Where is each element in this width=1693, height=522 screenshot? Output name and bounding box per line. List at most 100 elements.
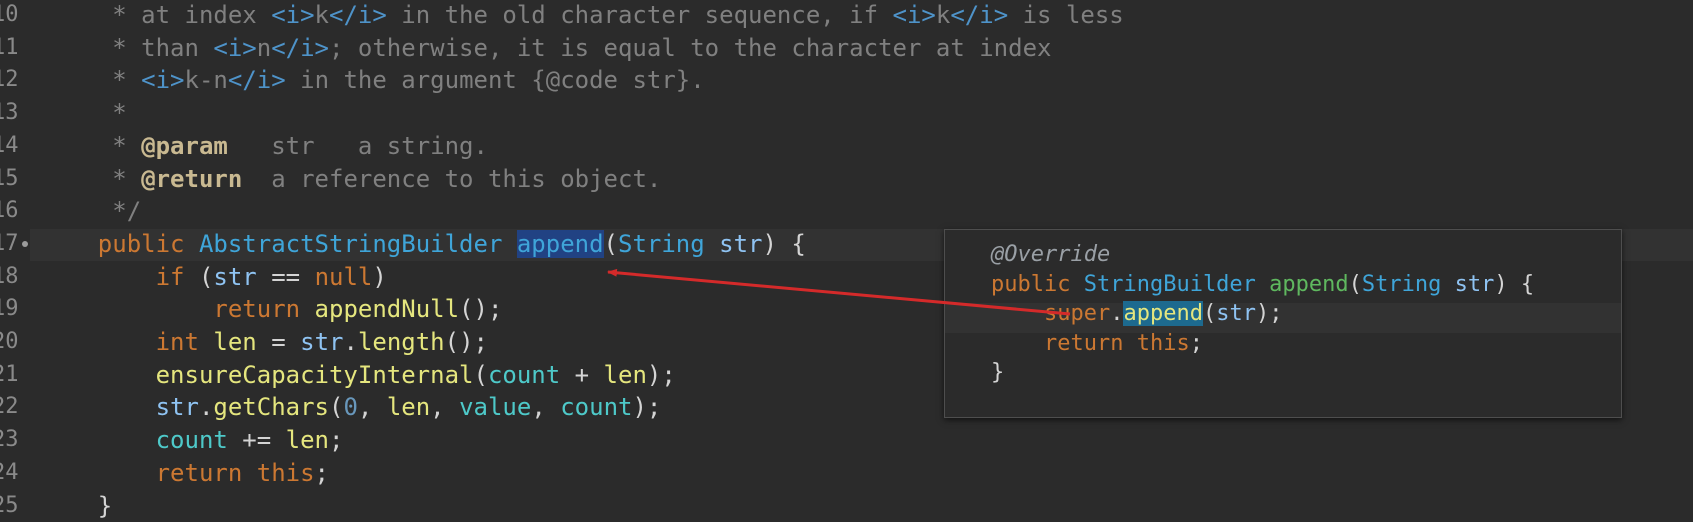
line-number[interactable]: 23 bbox=[0, 424, 22, 456]
code-token: (); bbox=[459, 295, 503, 324]
line-number[interactable]: 11 bbox=[0, 32, 22, 64]
code-token: </i> bbox=[329, 1, 387, 29]
code-token: = bbox=[256, 328, 301, 356]
code-token: StringBuilder bbox=[1083, 271, 1256, 297]
code-token: ; otherwise, it is equal to the characte… bbox=[329, 33, 1052, 62]
line-number-gutter: 10111213141516171819202122232425 bbox=[0, 0, 30, 521]
code-line: return this; bbox=[40, 457, 329, 489]
code-token: getChars bbox=[213, 393, 329, 422]
code-line: * than <i>n</i>; otherwise, it is equal … bbox=[40, 32, 1051, 64]
code-token: ( bbox=[1202, 301, 1217, 326]
code-token: ( bbox=[473, 360, 488, 389]
code-token: count bbox=[560, 393, 633, 422]
line-number[interactable]: 10 bbox=[0, 0, 22, 31]
code-line: return appendNull(); bbox=[40, 293, 502, 325]
code-token: , bbox=[531, 393, 561, 422]
code-token: * than bbox=[40, 33, 214, 62]
code-token: . bbox=[343, 328, 358, 356]
line-number[interactable]: 17 bbox=[0, 228, 22, 260]
code-line: public AbstractStringBuilder append(Stri… bbox=[40, 228, 806, 260]
code-token: in the old character sequence, if bbox=[386, 1, 893, 29]
code-token: == bbox=[256, 262, 315, 291]
code-token: public bbox=[991, 271, 1071, 297]
line-number[interactable]: 19 bbox=[0, 293, 22, 325]
code-token: k bbox=[314, 1, 329, 29]
code-token: ; bbox=[314, 458, 329, 487]
code-token: len bbox=[386, 393, 431, 422]
code-token: ( bbox=[184, 262, 214, 291]
code-token: appendNull bbox=[314, 295, 460, 324]
code-line: @Override bbox=[991, 240, 1110, 270]
code-token: </i> bbox=[227, 66, 286, 95]
code-token: * bbox=[40, 164, 142, 193]
code-token: append bbox=[516, 229, 604, 258]
override-marker-icon[interactable] bbox=[22, 241, 28, 247]
code-token: , bbox=[357, 393, 387, 422]
code-line: * @param str a string. bbox=[40, 130, 488, 162]
code-token: str bbox=[155, 393, 199, 422]
code-token: * bbox=[40, 66, 142, 95]
code-token: append bbox=[1269, 271, 1349, 297]
code-token: ); bbox=[646, 360, 676, 389]
code-token: len bbox=[285, 426, 329, 455]
code-token: ) { bbox=[1494, 271, 1535, 297]
line-number[interactable]: 22 bbox=[0, 391, 22, 423]
code-token: len bbox=[603, 360, 647, 389]
code-token: str a string. bbox=[227, 131, 488, 160]
code-token: , bbox=[430, 393, 460, 422]
code-editor[interactable]: 10111213141516171819202122232425 * at in… bbox=[0, 0, 1693, 521]
line-number[interactable]: 13 bbox=[0, 97, 22, 129]
code-token: */ bbox=[40, 197, 142, 226]
line-number[interactable]: 15 bbox=[0, 163, 22, 195]
code-token: ) bbox=[372, 262, 387, 291]
code-token: += bbox=[227, 426, 286, 455]
line-number[interactable]: 16 bbox=[0, 195, 22, 227]
code-line: } bbox=[991, 358, 1004, 388]
line-number[interactable]: 25 bbox=[0, 490, 22, 522]
code-token: a reference to this object. bbox=[242, 164, 662, 193]
line-number[interactable]: 20 bbox=[0, 326, 22, 358]
line-number[interactable]: 18 bbox=[0, 261, 22, 293]
code-token: str bbox=[719, 229, 763, 258]
code-token: ); bbox=[1255, 301, 1283, 326]
code-token: . bbox=[1110, 301, 1124, 326]
line-number[interactable]: 21 bbox=[0, 359, 22, 391]
code-token: ( bbox=[329, 393, 344, 422]
code-token: * at index bbox=[40, 1, 272, 29]
code-token: ; bbox=[1189, 330, 1203, 356]
line-number[interactable]: 24 bbox=[0, 457, 22, 489]
code-token: @return bbox=[141, 164, 243, 193]
quick-definition-popup[interactable]: @Override public StringBuilder append ( Str… bbox=[944, 229, 1622, 418]
code-token: String bbox=[1361, 271, 1442, 297]
code-token: <i> bbox=[892, 1, 936, 29]
code-token: this bbox=[256, 458, 315, 487]
code-token: . bbox=[198, 393, 214, 422]
line-number[interactable]: 14 bbox=[0, 130, 22, 162]
code-token: ); bbox=[632, 393, 662, 422]
code-token: k bbox=[935, 1, 951, 29]
code-line: int len = str.length(); bbox=[40, 326, 488, 358]
code-token: n bbox=[256, 33, 272, 62]
line-number[interactable]: 12 bbox=[0, 64, 22, 96]
code-token: is less bbox=[1008, 1, 1124, 29]
code-token: ) { bbox=[762, 229, 806, 258]
code-token: 0 bbox=[343, 393, 358, 422]
code-token: </i> bbox=[271, 33, 329, 62]
code-token: return bbox=[213, 295, 301, 324]
code-token: return bbox=[155, 458, 243, 487]
code-token: int bbox=[155, 328, 199, 356]
code-token: length bbox=[357, 328, 445, 356]
code-token: (); bbox=[444, 328, 488, 356]
